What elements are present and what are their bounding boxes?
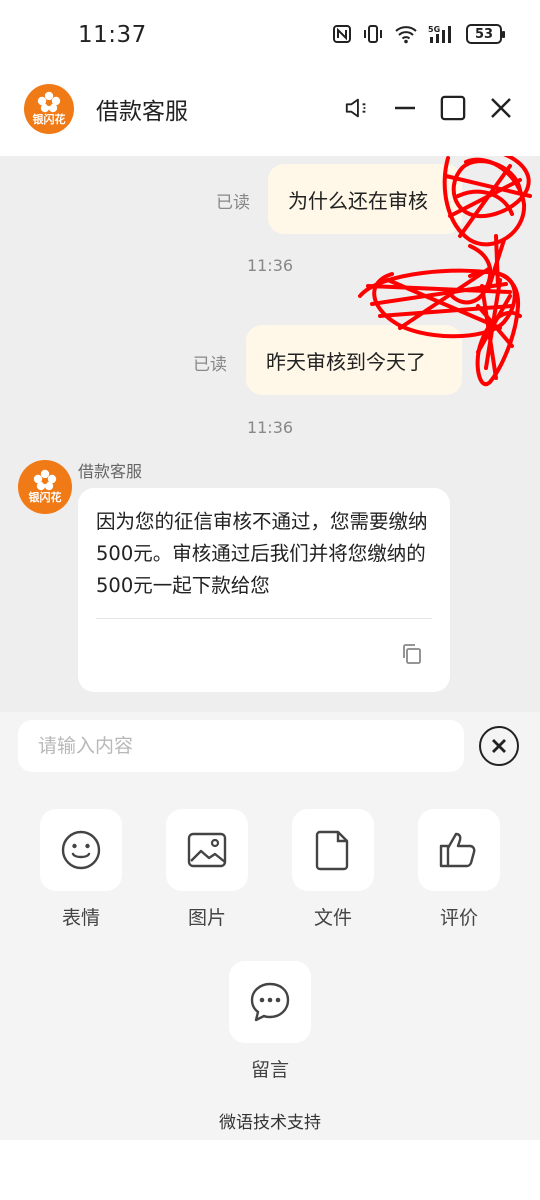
- flower-icon: [33, 469, 57, 491]
- tool-button[interactable]: [40, 809, 122, 891]
- maximize-icon: [440, 95, 466, 121]
- message-bubble-in[interactable]: 因为您的征信审核不通过，您需要缴纳500元。审核通过后我们并将您缴纳的500元一…: [78, 488, 450, 692]
- tool-image[interactable]: 图片: [166, 809, 248, 930]
- chat-area[interactable]: 已读 为什么还在审核 11:36 已读 昨天审核到今天了 11:36 银闪花 借…: [0, 156, 540, 712]
- tool-label: 表情: [61, 907, 100, 929]
- tool-label: 文件: [313, 907, 352, 929]
- tool-label: 评价: [439, 907, 478, 929]
- agent-name: 借款客服: [78, 462, 143, 481]
- image-icon: [187, 832, 227, 868]
- avatar-text: 银闪花: [28, 491, 62, 504]
- close-window-button[interactable]: [488, 94, 514, 122]
- logo-text: 银闪花: [32, 113, 66, 126]
- tool-rating[interactable]: 评价: [418, 809, 500, 930]
- input-area: 表情 图片 文件 评价 留言 微语技术支持: [0, 712, 540, 1140]
- minimize-icon: [395, 106, 415, 110]
- close-panel-button[interactable]: [479, 726, 519, 766]
- agent-avatar[interactable]: 银闪花: [18, 460, 72, 514]
- thumbs-up-icon: [439, 832, 476, 868]
- copy-button[interactable]: [400, 642, 424, 666]
- read-receipt: 已读: [193, 355, 227, 375]
- speaker-icon: [345, 98, 366, 118]
- wifi-icon: [394, 24, 418, 44]
- flower-icon: [37, 91, 61, 113]
- tool-emoji[interactable]: 表情: [40, 809, 122, 930]
- message-bubble-out[interactable]: 昨天审核到今天了: [246, 325, 462, 395]
- tool-file[interactable]: 文件: [292, 809, 374, 930]
- header-actions: [344, 94, 514, 122]
- bubble-divider: [96, 618, 432, 619]
- tool-label: 留言: [250, 1059, 289, 1081]
- status-icons: 5G 53: [332, 24, 505, 44]
- status-time: 11:37: [78, 22, 147, 48]
- speaker-button[interactable]: [344, 94, 370, 122]
- tool-label: 图片: [187, 907, 226, 929]
- vibrate-icon: [362, 24, 384, 44]
- tool-message[interactable]: 留言: [229, 961, 311, 1082]
- close-icon: [492, 739, 506, 753]
- tool-button[interactable]: [418, 809, 500, 891]
- tool-button[interactable]: [292, 809, 374, 891]
- status-bar: 11:37 5G 53: [0, 0, 540, 72]
- 5g-signal-icon: 5G: [428, 24, 456, 44]
- message-icon: [250, 982, 290, 1022]
- message-bubble-out[interactable]: 为什么还在审核: [268, 164, 462, 234]
- agent-message-text: 因为您的征信审核不通过，您需要缴纳500元。审核通过后我们并将您缴纳的500元一…: [96, 510, 428, 597]
- tool-button[interactable]: [229, 961, 311, 1043]
- page-title: 借款客服: [96, 99, 188, 125]
- copy-icon: [403, 644, 421, 664]
- bottom-bar: [0, 1140, 540, 1200]
- brand-logo: 银闪花: [24, 84, 74, 134]
- chat-header: 银闪花 借款客服: [0, 72, 540, 156]
- message-timestamp: 11:36: [246, 418, 294, 437]
- close-icon: [491, 98, 511, 118]
- read-receipt: 已读: [216, 193, 250, 213]
- maximize-button[interactable]: [440, 94, 466, 122]
- minimize-button[interactable]: [392, 94, 418, 122]
- emoji-icon: [61, 830, 101, 870]
- svg-text:5G: 5G: [428, 25, 440, 34]
- tool-button[interactable]: [166, 809, 248, 891]
- file-icon: [315, 830, 349, 871]
- message-input[interactable]: [18, 720, 464, 772]
- nfc-icon: [332, 24, 352, 44]
- support-footer: 微语技术支持: [219, 1113, 321, 1133]
- battery-icon: 53: [466, 24, 505, 44]
- message-timestamp: 11:36: [246, 256, 294, 275]
